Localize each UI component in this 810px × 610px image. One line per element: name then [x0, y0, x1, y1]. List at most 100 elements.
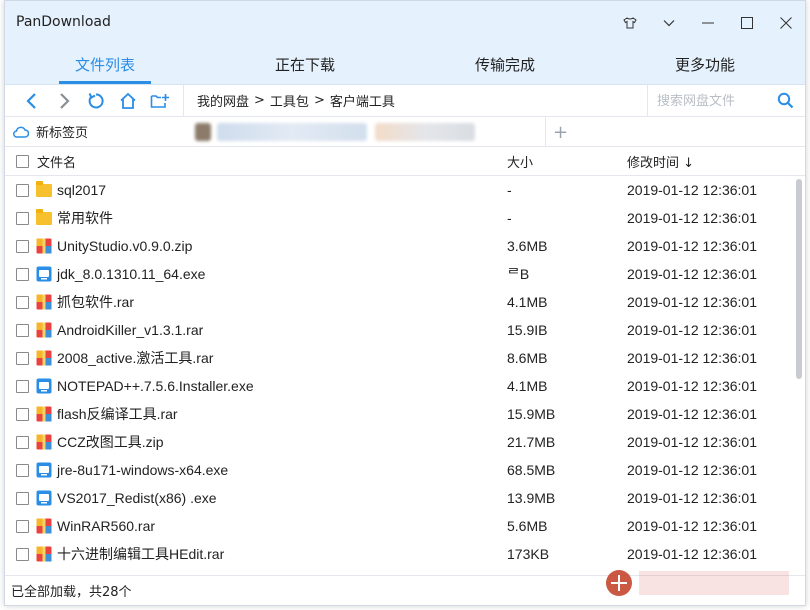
- main-tabs: 文件列表 正在下载 传输完成 更多功能: [5, 45, 805, 85]
- minimize-button[interactable]: [688, 1, 727, 45]
- vertical-scrollbar[interactable]: [796, 179, 802, 379]
- file-name[interactable]: flash反编译工具.rar: [57, 404, 178, 424]
- file-modified-time: 2019-01-12 12:36:01: [627, 238, 757, 254]
- file-name[interactable]: VS2017_Redist(x86) .exe: [57, 490, 217, 506]
- archive-file-icon: [36, 238, 52, 254]
- tab-label: 更多功能: [674, 56, 735, 74]
- file-name[interactable]: NOTEPAD++.7.5.6.Installer.exe: [57, 378, 254, 394]
- breadcrumb-item-toolkit[interactable]: 工具包: [270, 91, 309, 110]
- tab-more[interactable]: 更多功能: [605, 45, 805, 84]
- tab-downloading[interactable]: 正在下载: [205, 45, 405, 84]
- row-checkbox[interactable]: [16, 267, 29, 281]
- tab-label: 传输完成: [474, 56, 535, 74]
- row-checkbox[interactable]: [16, 407, 29, 421]
- file-list: sql2017 - 2019-01-12 12:36:01 常用软件 - 2019-01-…: [5, 176, 805, 572]
- file-size: 5.6MB: [507, 518, 548, 534]
- file-name[interactable]: 抓包软件.rar: [57, 292, 134, 312]
- column-header-time[interactable]: 修改时间 ↓: [627, 152, 694, 171]
- maximize-button[interactable]: [727, 1, 766, 45]
- row-checkbox[interactable]: [16, 463, 29, 477]
- file-name[interactable]: CCZ改图工具.zip: [57, 432, 164, 452]
- row-checkbox[interactable]: [16, 323, 29, 337]
- file-name[interactable]: 常用软件: [57, 208, 113, 228]
- column-header-size[interactable]: 大小: [507, 152, 533, 171]
- file-name[interactable]: AndroidKiller_v1.3.1.rar: [57, 322, 203, 338]
- page-tab-new[interactable]: 新标签页: [5, 117, 185, 147]
- file-name[interactable]: jre-8u171-windows-x64.exe: [57, 462, 228, 478]
- archive-file-icon: [36, 546, 52, 562]
- dropdown-button[interactable]: [649, 1, 688, 45]
- table-row[interactable]: NOTEPAD++.7.5.6.Installer.exe 4.1MB 2019-0…: [5, 372, 805, 400]
- column-header-name[interactable]: 文件名: [37, 152, 76, 171]
- file-modified-time: 2019-01-12 12:36:01: [627, 350, 757, 366]
- close-icon: [779, 17, 792, 29]
- forward-icon: [60, 92, 70, 109]
- file-size: 8.6MB: [507, 350, 548, 366]
- table-row[interactable]: 常用软件 - 2019-01-12 12:36:01: [5, 204, 805, 232]
- tab-label: 正在下载: [274, 56, 335, 74]
- file-name[interactable]: 十六进制编辑工具HEdit.rar: [57, 544, 224, 564]
- back-button[interactable]: [16, 86, 48, 116]
- tab-completed[interactable]: 传输完成: [405, 45, 605, 84]
- refresh-icon: [88, 92, 104, 108]
- search-input[interactable]: [657, 93, 775, 108]
- exe-file-icon: [36, 378, 52, 394]
- new-folder-button[interactable]: [144, 86, 176, 116]
- table-row[interactable]: WinRAR560.rar 5.6MB 2019-01-12 12:36:01: [5, 512, 805, 540]
- close-button[interactable]: [766, 1, 805, 45]
- folder-icon: [36, 181, 52, 197]
- file-size: -: [507, 182, 512, 198]
- file-name[interactable]: jdk_8.0.1310.11_64.exe: [57, 266, 205, 282]
- new-folder-icon: [150, 93, 169, 108]
- archive-file-icon: [36, 406, 52, 422]
- row-checkbox[interactable]: [16, 491, 29, 505]
- file-name[interactable]: sql2017: [57, 182, 106, 198]
- file-name[interactable]: UnityStudio.v0.9.0.zip: [57, 238, 192, 254]
- file-name[interactable]: 2008_active.激活工具.rar: [57, 348, 213, 368]
- row-checkbox[interactable]: [16, 547, 29, 561]
- cloud-icon: [13, 126, 29, 138]
- row-checkbox[interactable]: [16, 295, 29, 309]
- row-checkbox[interactable]: [16, 351, 29, 365]
- table-row[interactable]: jre-8u171-windows-x64.exe 68.5MB 2019-01-1…: [5, 456, 805, 484]
- minimize-icon: [701, 22, 714, 24]
- app-window: PanDownload 文件列表 正在下载 传输完成 更多功能 我的网盘 > 工…: [4, 0, 806, 606]
- file-modified-time: 2019-01-12 12:36:01: [627, 294, 757, 310]
- table-row[interactable]: flash反编译工具.rar 15.9MB 2019-01-12 12:36:01: [5, 400, 805, 428]
- breadcrumb-separator: >: [313, 93, 325, 108]
- file-modified-time: 2019-01-12 12:36:01: [627, 210, 757, 226]
- file-size: ᄅB: [507, 266, 530, 282]
- row-checkbox[interactable]: [16, 379, 29, 393]
- file-size: 13.9MB: [507, 490, 556, 506]
- blurred-tab-content: [217, 123, 367, 141]
- breadcrumb-item-client-tools[interactable]: 客户端工具: [330, 91, 395, 110]
- table-row[interactable]: sql2017 - 2019-01-12 12:36:01: [5, 176, 805, 204]
- nav-buttons: [5, 86, 176, 116]
- row-checkbox[interactable]: [16, 211, 29, 225]
- table-row[interactable]: VS2017_Redist(x86) .exe 13.9MB 2019-01-12 …: [5, 484, 805, 512]
- table-row[interactable]: 抓包软件.rar 4.1MB 2019-01-12 12:36:01: [5, 288, 805, 316]
- row-checkbox[interactable]: [16, 519, 29, 533]
- file-size: 4.1MB: [507, 378, 548, 394]
- tab-file-list[interactable]: 文件列表: [5, 45, 205, 84]
- table-row[interactable]: AndroidKiller_v1.3.1.rar 15.9IB 2019-01-12…: [5, 316, 805, 344]
- breadcrumb-item-my-disk[interactable]: 我的网盘: [197, 91, 249, 110]
- search-icon[interactable]: [777, 92, 794, 109]
- row-checkbox[interactable]: [16, 183, 29, 197]
- table-row[interactable]: UnityStudio.v0.9.0.zip 3.6MB 2019-01-12 12…: [5, 232, 805, 260]
- row-checkbox[interactable]: [16, 239, 29, 253]
- window-controls: [610, 1, 805, 45]
- table-row[interactable]: jdk_8.0.1310.11_64.exe ᄅB 2019-01-12 12:36…: [5, 260, 805, 288]
- watermark-logo: [606, 570, 789, 596]
- exe-file-icon: [36, 490, 52, 506]
- add-tab-button[interactable]: +: [545, 117, 575, 147]
- skin-button[interactable]: [610, 1, 649, 45]
- forward-button[interactable]: [48, 86, 80, 116]
- select-all-checkbox[interactable]: [16, 154, 29, 168]
- home-button[interactable]: [112, 86, 144, 116]
- table-row[interactable]: 2008_active.激活工具.rar 8.6MB 2019-01-12 12:3…: [5, 344, 805, 372]
- row-checkbox[interactable]: [16, 435, 29, 449]
- table-row[interactable]: CCZ改图工具.zip 21.7MB 2019-01-12 12:36:01: [5, 428, 805, 456]
- file-name[interactable]: WinRAR560.rar: [57, 518, 155, 534]
- refresh-button[interactable]: [80, 86, 112, 116]
